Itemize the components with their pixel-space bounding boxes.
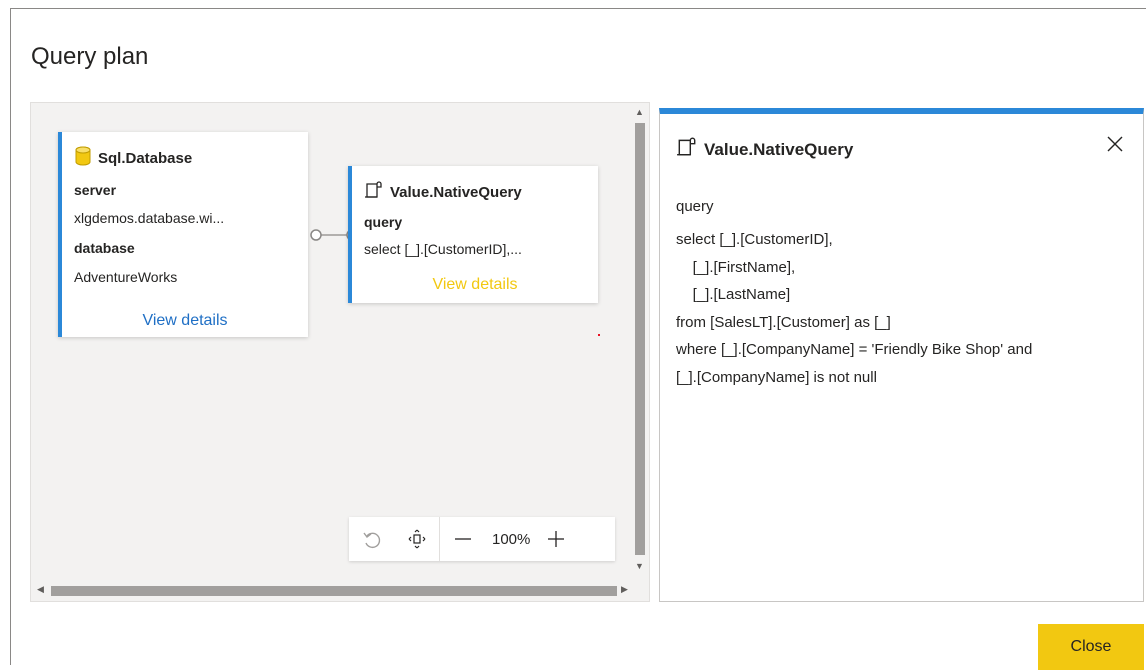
vertical-scrollbar[interactable]: ▲ ▼ — [631, 103, 649, 581]
field-value-server: xlgdemos.database.wi... — [74, 210, 225, 226]
field-value-query: select [_].[CustomerID],... — [364, 241, 522, 257]
dialog-title: Query plan — [31, 43, 149, 70]
details-header: Value.NativeQuery — [676, 136, 853, 163]
scroll-left-icon[interactable]: ◀ — [37, 584, 44, 595]
node-value-nativequery[interactable]: Value.NativeQuery query select [_].[Cust… — [348, 166, 598, 303]
view-details-link[interactable]: View details — [62, 312, 308, 330]
diagram-canvas[interactable]: Sql.Database server xlgdemos.database.wi… — [30, 102, 650, 602]
query-plan-dialog: Query plan Sql.Database server xlgdemos.… — [10, 8, 1146, 670]
scroll-thumb[interactable] — [51, 586, 617, 596]
field-label-query: query — [364, 214, 403, 230]
close-icon[interactable] — [1105, 134, 1125, 154]
scroll-down-icon[interactable]: ▼ — [635, 561, 644, 571]
horizontal-scrollbar[interactable]: ◀ ▶ — [31, 581, 649, 601]
details-panel: Value.NativeQuery query select [_].[Cust… — [659, 108, 1144, 602]
script-icon — [364, 180, 384, 204]
fit-to-screen-icon[interactable] — [395, 517, 439, 561]
node-title: Sql.Database — [98, 149, 193, 167]
close-button[interactable]: Close — [1038, 624, 1144, 670]
scroll-thumb[interactable] — [635, 123, 645, 555]
scroll-up-icon[interactable]: ▲ — [635, 107, 644, 117]
zoom-toolbar: 100% — [349, 517, 615, 561]
marker-dot — [598, 334, 600, 336]
view-details-link[interactable]: View details — [352, 276, 598, 294]
node-header: Value.NativeQuery — [364, 180, 522, 204]
node-header: Sql.Database — [74, 146, 192, 170]
field-value-database: AdventureWorks — [74, 269, 178, 285]
node-sql-database[interactable]: Sql.Database server xlgdemos.database.wi… — [58, 132, 308, 337]
undo-icon[interactable] — [349, 517, 395, 561]
minus-icon[interactable] — [440, 517, 486, 561]
details-title: Value.NativeQuery — [704, 139, 854, 159]
field-label-server: server — [74, 182, 117, 198]
database-icon — [74, 146, 92, 170]
zoom-level: 100% — [492, 530, 531, 548]
node-title: Value.NativeQuery — [390, 183, 522, 201]
details-field-label: query — [676, 198, 714, 215]
plus-icon[interactable] — [536, 517, 576, 561]
details-query-text: select [_].[CustomerID], [_].[FirstName]… — [676, 231, 1033, 386]
field-label-database: database — [74, 240, 135, 256]
scroll-right-icon[interactable]: ▶ — [621, 584, 628, 595]
script-icon — [676, 136, 698, 163]
